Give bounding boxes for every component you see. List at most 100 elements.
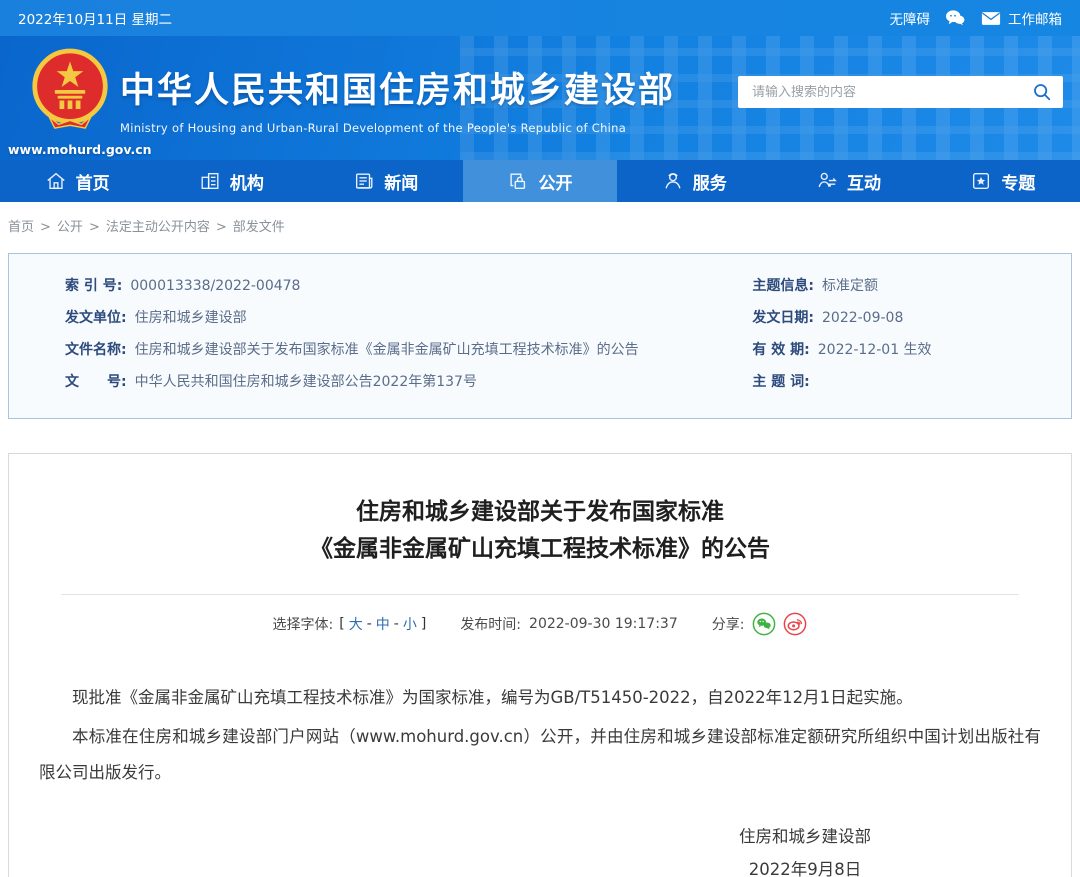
breadcrumb-home[interactable]: 首页: [8, 220, 34, 235]
home-icon: [45, 170, 67, 192]
article-paragraph: 本标准在住房和城乡建设部门户网站（www.mohurd.gov.cn）公开，并由…: [39, 727, 1041, 782]
publish-time-label: 发布时间:: [460, 617, 522, 633]
work-mailbox[interactable]: 工作邮箱: [980, 8, 1062, 28]
meta-row-document-title: 文件名称: 住房和城乡建设部关于发布国家标准《金属非金属矿山充填工程技术标准》的…: [65, 340, 752, 360]
signature-organization: 住房和城乡建设部: [739, 827, 871, 847]
wechat-icon[interactable]: [944, 9, 966, 27]
site-title: 中华人民共和国住房和城乡建设部: [120, 71, 676, 111]
top-utility-bar: 2022年10月11日 星期二 无障碍 工作邮箱: [0, 0, 1080, 36]
meta-value: 2022-12-01 生效: [817, 342, 932, 358]
site-url: www.mohurd.gov.cn: [8, 142, 152, 157]
meta-value: 住房和城乡建设部: [134, 310, 247, 326]
nav-item-organization[interactable]: 机构: [154, 160, 308, 202]
interaction-icon: [816, 170, 838, 192]
signature-date: 2022年9月8日: [748, 860, 862, 877]
signature-block: 住房和城乡建设部 2022年9月8日: [9, 820, 1071, 877]
service-icon: [662, 170, 684, 192]
main-nav: 首页 机构 新闻 公开 服务 互动 专题: [0, 160, 1080, 202]
font-size-selector: 选择字体: [ 大 - 中 - 小 ]: [273, 614, 427, 634]
site-header: www.mohurd.gov.cn 中华人民共和国住房和城乡建设部 Minist…: [0, 36, 1080, 160]
meta-value: 住房和城乡建设部关于发布国家标准《金属非金属矿山充填工程技术标准》的公告: [134, 342, 639, 358]
breadcrumb-disclosure[interactable]: 公开: [57, 220, 83, 235]
breadcrumb-separator: >: [215, 220, 227, 235]
share-group: 分享:: [712, 612, 808, 636]
breadcrumb-ministry-documents[interactable]: 部发文件: [233, 220, 285, 235]
font-size-large-button[interactable]: 大: [349, 614, 363, 634]
title-divider: [61, 594, 1019, 595]
breadcrumb-separator: >: [40, 220, 51, 235]
nav-item-topics[interactable]: 专题: [926, 160, 1080, 202]
breadcrumb-separator: >: [88, 220, 100, 235]
breadcrumb-statutory-content[interactable]: 法定主动公开内容: [106, 220, 210, 235]
metadata-right-column: 主题信息: 标准定额 发文日期: 2022-09-08 有 效 期: 2022-…: [752, 276, 1071, 404]
article-body: 现批准《金属非金属矿山充填工程技术标准》为国家标准，编号为GB/T51450-2…: [39, 680, 1041, 790]
accessibility-link[interactable]: 无障碍: [890, 8, 931, 28]
font-size-small-button[interactable]: 小: [403, 614, 417, 634]
search-icon[interactable]: [1031, 81, 1053, 103]
nav-item-interaction[interactable]: 互动: [771, 160, 925, 202]
search-input[interactable]: [752, 84, 1031, 100]
topbar-links: 无障碍 工作邮箱: [890, 8, 1062, 28]
publish-time-group: 发布时间: 2022-09-30 19:17:37: [460, 614, 677, 634]
share-weibo-icon[interactable]: [783, 612, 807, 636]
meta-row-effective-date: 有 效 期: 2022-12-01 生效: [752, 340, 1071, 360]
bracket-open: [: [339, 616, 345, 632]
nav-label: 新闻: [384, 173, 419, 194]
nav-label: 专题: [1001, 173, 1036, 194]
page: 2022年10月11日 星期二 无障碍 工作邮箱 www.mohurd.gov.…: [0, 0, 1080, 877]
article-paragraph: 现批准《金属非金属矿山充填工程技术标准》为国家标准，编号为GB/T51450-2…: [72, 688, 913, 707]
current-date: 2022年10月11日 星期二: [18, 12, 173, 28]
nav-label: 公开: [538, 173, 573, 194]
nav-label: 服务: [692, 173, 727, 194]
meta-row-keywords: 主 题 词:: [752, 372, 1071, 392]
metadata-left-column: 索 引 号: 000013338/2022-00478 发文单位: 住房和城乡建…: [9, 276, 752, 404]
font-size-medium-button[interactable]: 中: [376, 614, 390, 634]
meta-row-index-number: 索 引 号: 000013338/2022-00478: [65, 276, 752, 296]
share-icons: [752, 612, 807, 636]
meta-value: 中华人民共和国住房和城乡建设部公告2022年第137号: [134, 374, 477, 390]
breadcrumb: 首页 > 公开 > 法定主动公开内容 > 部发文件: [0, 202, 1080, 247]
article-meta-bar: 选择字体: [ 大 - 中 - 小 ] 发布时间: 2022-09-30 19:…: [9, 612, 1071, 636]
nav-label: 机构: [229, 173, 264, 194]
site-search: [738, 76, 1063, 108]
meta-row-issuing-unit: 发文单位: 住房和城乡建设部: [65, 308, 752, 328]
meta-label: 主 题 词:: [752, 374, 810, 390]
meta-value: 000013338/2022-00478: [130, 278, 301, 294]
font-size-label: 选择字体:: [272, 617, 334, 633]
news-icon: [353, 170, 375, 192]
meta-label: 发文单位:: [65, 310, 127, 326]
site-titles: 中华人民共和国住房和城乡建设部 Ministry of Housing and …: [120, 62, 675, 135]
article-title-line2: 《金属非金属矿山充填工程技术标准》的公告: [310, 536, 770, 562]
font-size-separator: -: [393, 616, 399, 632]
site-subtitle-english: Ministry of Housing and Urban-Rural Deve…: [120, 121, 627, 135]
meta-value: 2022-09-08: [822, 310, 904, 326]
nav-item-service[interactable]: 服务: [617, 160, 771, 202]
share-wechat-icon[interactable]: [752, 612, 776, 636]
topics-star-icon: [970, 170, 992, 192]
nav-label: 首页: [75, 173, 110, 194]
article-title-line1: 住房和城乡建设部关于发布国家标准: [356, 499, 724, 525]
font-size-separator: -: [366, 616, 372, 632]
meta-label: 文件名称:: [65, 342, 127, 358]
signature-inner: 住房和城乡建设部 2022年9月8日: [739, 820, 871, 877]
nav-item-home[interactable]: 首页: [0, 160, 154, 202]
nav-item-news[interactable]: 新闻: [309, 160, 463, 202]
work-mailbox-label: 工作邮箱: [1008, 12, 1062, 28]
meta-row-issue-date: 发文日期: 2022-09-08: [752, 308, 1071, 328]
article-card: 住房和城乡建设部关于发布国家标准 《金属非金属矿山充填工程技术标准》的公告 选择…: [8, 453, 1072, 877]
meta-row-topic-info: 主题信息: 标准定额: [752, 276, 1071, 296]
disclosure-icon: [507, 170, 529, 192]
meta-value: 标准定额: [822, 278, 878, 294]
share-label: 分享:: [711, 617, 745, 633]
meta-row-document-number: 文 号: 中华人民共和国住房和城乡建设部公告2022年第137号: [65, 372, 752, 392]
national-emblem-logo: [30, 48, 110, 132]
meta-label: 索 引 号:: [65, 278, 123, 294]
meta-label: 主题信息:: [752, 278, 814, 294]
nav-label: 互动: [847, 173, 882, 194]
nav-item-disclosure-active[interactable]: 公开: [462, 160, 618, 202]
bracket-close: ]: [420, 616, 427, 632]
organization-icon: [199, 170, 221, 192]
meta-label: 发文日期:: [752, 310, 814, 326]
document-metadata-box: 索 引 号: 000013338/2022-00478 发文单位: 住房和城乡建…: [8, 253, 1072, 419]
meta-label: 有 效 期:: [752, 342, 810, 358]
